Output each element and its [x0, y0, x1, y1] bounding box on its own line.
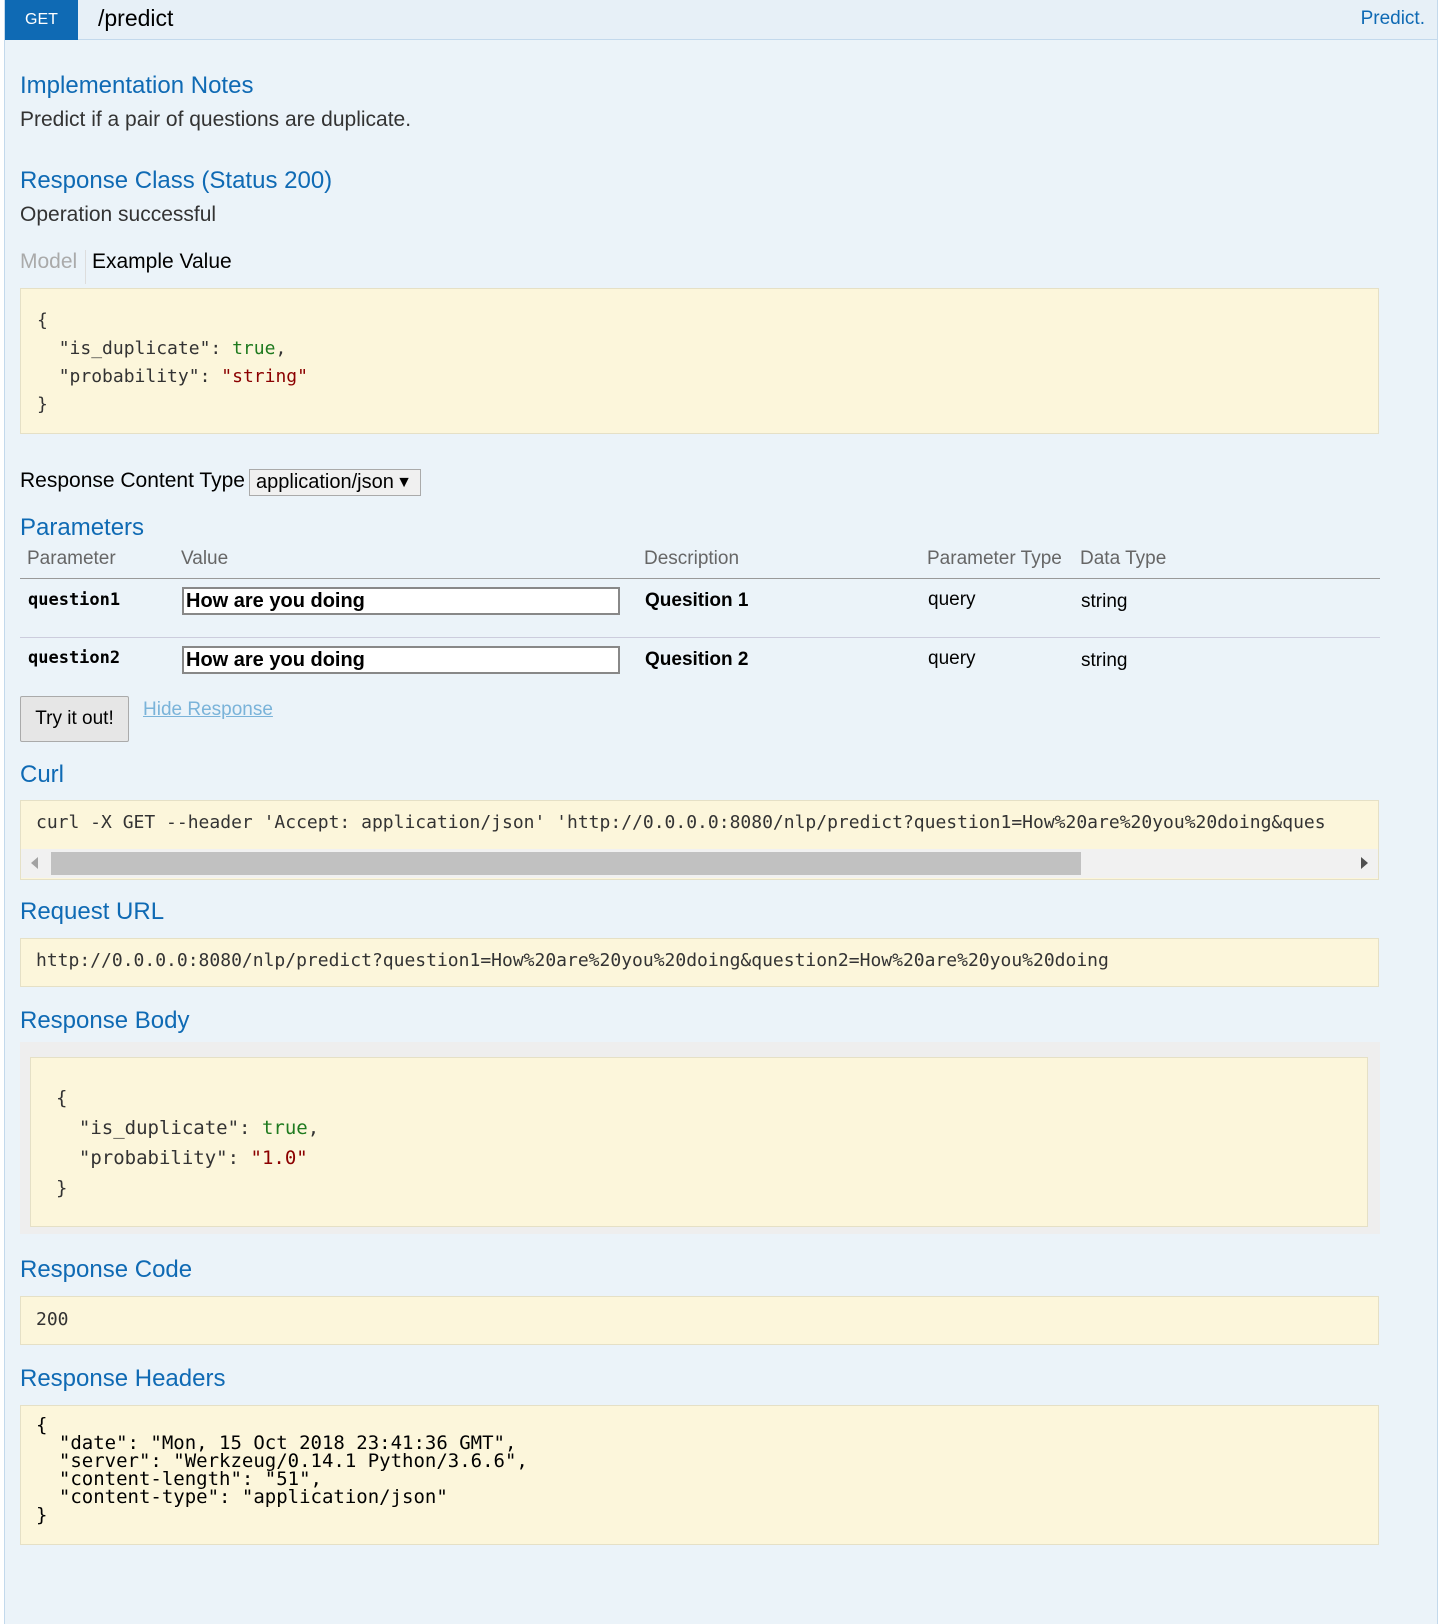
question2-input[interactable]: How are you doing: [182, 646, 620, 674]
json-close-brace: }: [37, 394, 48, 415]
request-url: http://0.0.0.0:8080/nlp/predict?question…: [36, 950, 1109, 971]
response-headers-title: Response Headers: [20, 1365, 226, 1392]
response-body-title: Response Body: [20, 1007, 190, 1034]
table-row-divider: [20, 637, 1380, 638]
header-line: }: [36, 1504, 48, 1526]
response-code: 200: [36, 1309, 69, 1330]
response-code-title: Response Code: [20, 1256, 193, 1283]
param-data-type: string: [1081, 591, 1128, 612]
curl-title: Curl: [20, 761, 65, 788]
json-key: "probability": [58, 366, 200, 387]
tab-model[interactable]: Model: [20, 250, 87, 284]
scroll-left-arrow-icon[interactable]: [31, 857, 38, 869]
response-class-text: Operation successful: [20, 203, 217, 226]
json-key: "is_duplicate": [58, 338, 211, 359]
example-value-block[interactable]: { "is_duplicate": true, "probability": "…: [20, 288, 1379, 434]
param-name: question2: [28, 648, 121, 668]
content-type-selected: application/json: [256, 471, 394, 493]
param-description: Quesition 1: [645, 590, 749, 611]
curl-horizontal-scrollbar[interactable]: [21, 849, 1378, 878]
json-key: "probability": [78, 1147, 228, 1169]
json-open-brace: {: [37, 310, 48, 331]
try-it-out-button[interactable]: Try it out!: [20, 696, 129, 742]
param-description: Quesition 2: [645, 649, 749, 670]
json-string: "1.0": [250, 1147, 308, 1169]
param-type: query: [928, 589, 976, 610]
column-header-parameter: Parameter: [27, 548, 116, 569]
table-header-divider: [20, 578, 1380, 579]
response-body-block[interactable]: { "is_duplicate": true, "probability": "…: [30, 1057, 1368, 1227]
request-url-title: Request URL: [20, 898, 165, 925]
question1-input[interactable]: How are you doing: [182, 587, 620, 615]
param-type: query: [928, 648, 976, 669]
column-header-parameter-type: Parameter Type: [927, 548, 1062, 569]
operation-header[interactable]: GET /predict Predict.: [5, 0, 1437, 40]
column-header-data-type: Data Type: [1080, 548, 1167, 569]
response-code-block[interactable]: 200: [20, 1296, 1379, 1345]
implementation-notes-text: Predict if a pair of questions are dupli…: [20, 108, 412, 131]
hide-response-link[interactable]: Hide Response: [143, 699, 273, 721]
header-line: "content-type": "application/json": [36, 1486, 448, 1508]
implementation-notes-title: Implementation Notes: [20, 72, 254, 99]
json-string: "string": [221, 366, 308, 387]
json-key: "is_duplicate": [78, 1117, 240, 1139]
endpoint-summary-link[interactable]: Predict.: [1361, 8, 1425, 30]
scroll-right-arrow-icon[interactable]: [1361, 857, 1368, 869]
dropdown-arrow-icon: ▼: [396, 474, 412, 491]
response-headers-block[interactable]: { "date": "Mon, 15 Oct 2018 23:41:36 GMT…: [20, 1405, 1379, 1545]
response-class-title: Response Class (Status 200): [20, 167, 333, 194]
json-open-brace: {: [56, 1087, 68, 1109]
http-method-badge[interactable]: GET: [5, 0, 78, 40]
column-header-description: Description: [644, 548, 740, 569]
request-url-block[interactable]: http://0.0.0.0:8080/nlp/predict?question…: [20, 938, 1379, 987]
curl-command: curl -X GET --header 'Accept: applicatio…: [36, 812, 1326, 833]
content-type-select[interactable]: application/json ▼: [249, 469, 421, 496]
operation-panel: GET /predict Predict. Implementation Not…: [4, 0, 1438, 1624]
json-close-brace: }: [56, 1177, 68, 1199]
scrollbar-thumb[interactable]: [51, 852, 1081, 875]
endpoint-path[interactable]: /predict: [98, 5, 173, 32]
parameters-title: Parameters: [20, 514, 145, 541]
tab-example-value[interactable]: Example Value: [92, 250, 232, 274]
param-data-type: string: [1081, 650, 1128, 671]
param-name: question1: [28, 590, 121, 610]
column-header-value: Value: [181, 548, 229, 569]
json-boolean: true: [232, 338, 276, 359]
json-boolean: true: [261, 1117, 308, 1139]
content-type-label: Response Content Type: [20, 469, 245, 492]
